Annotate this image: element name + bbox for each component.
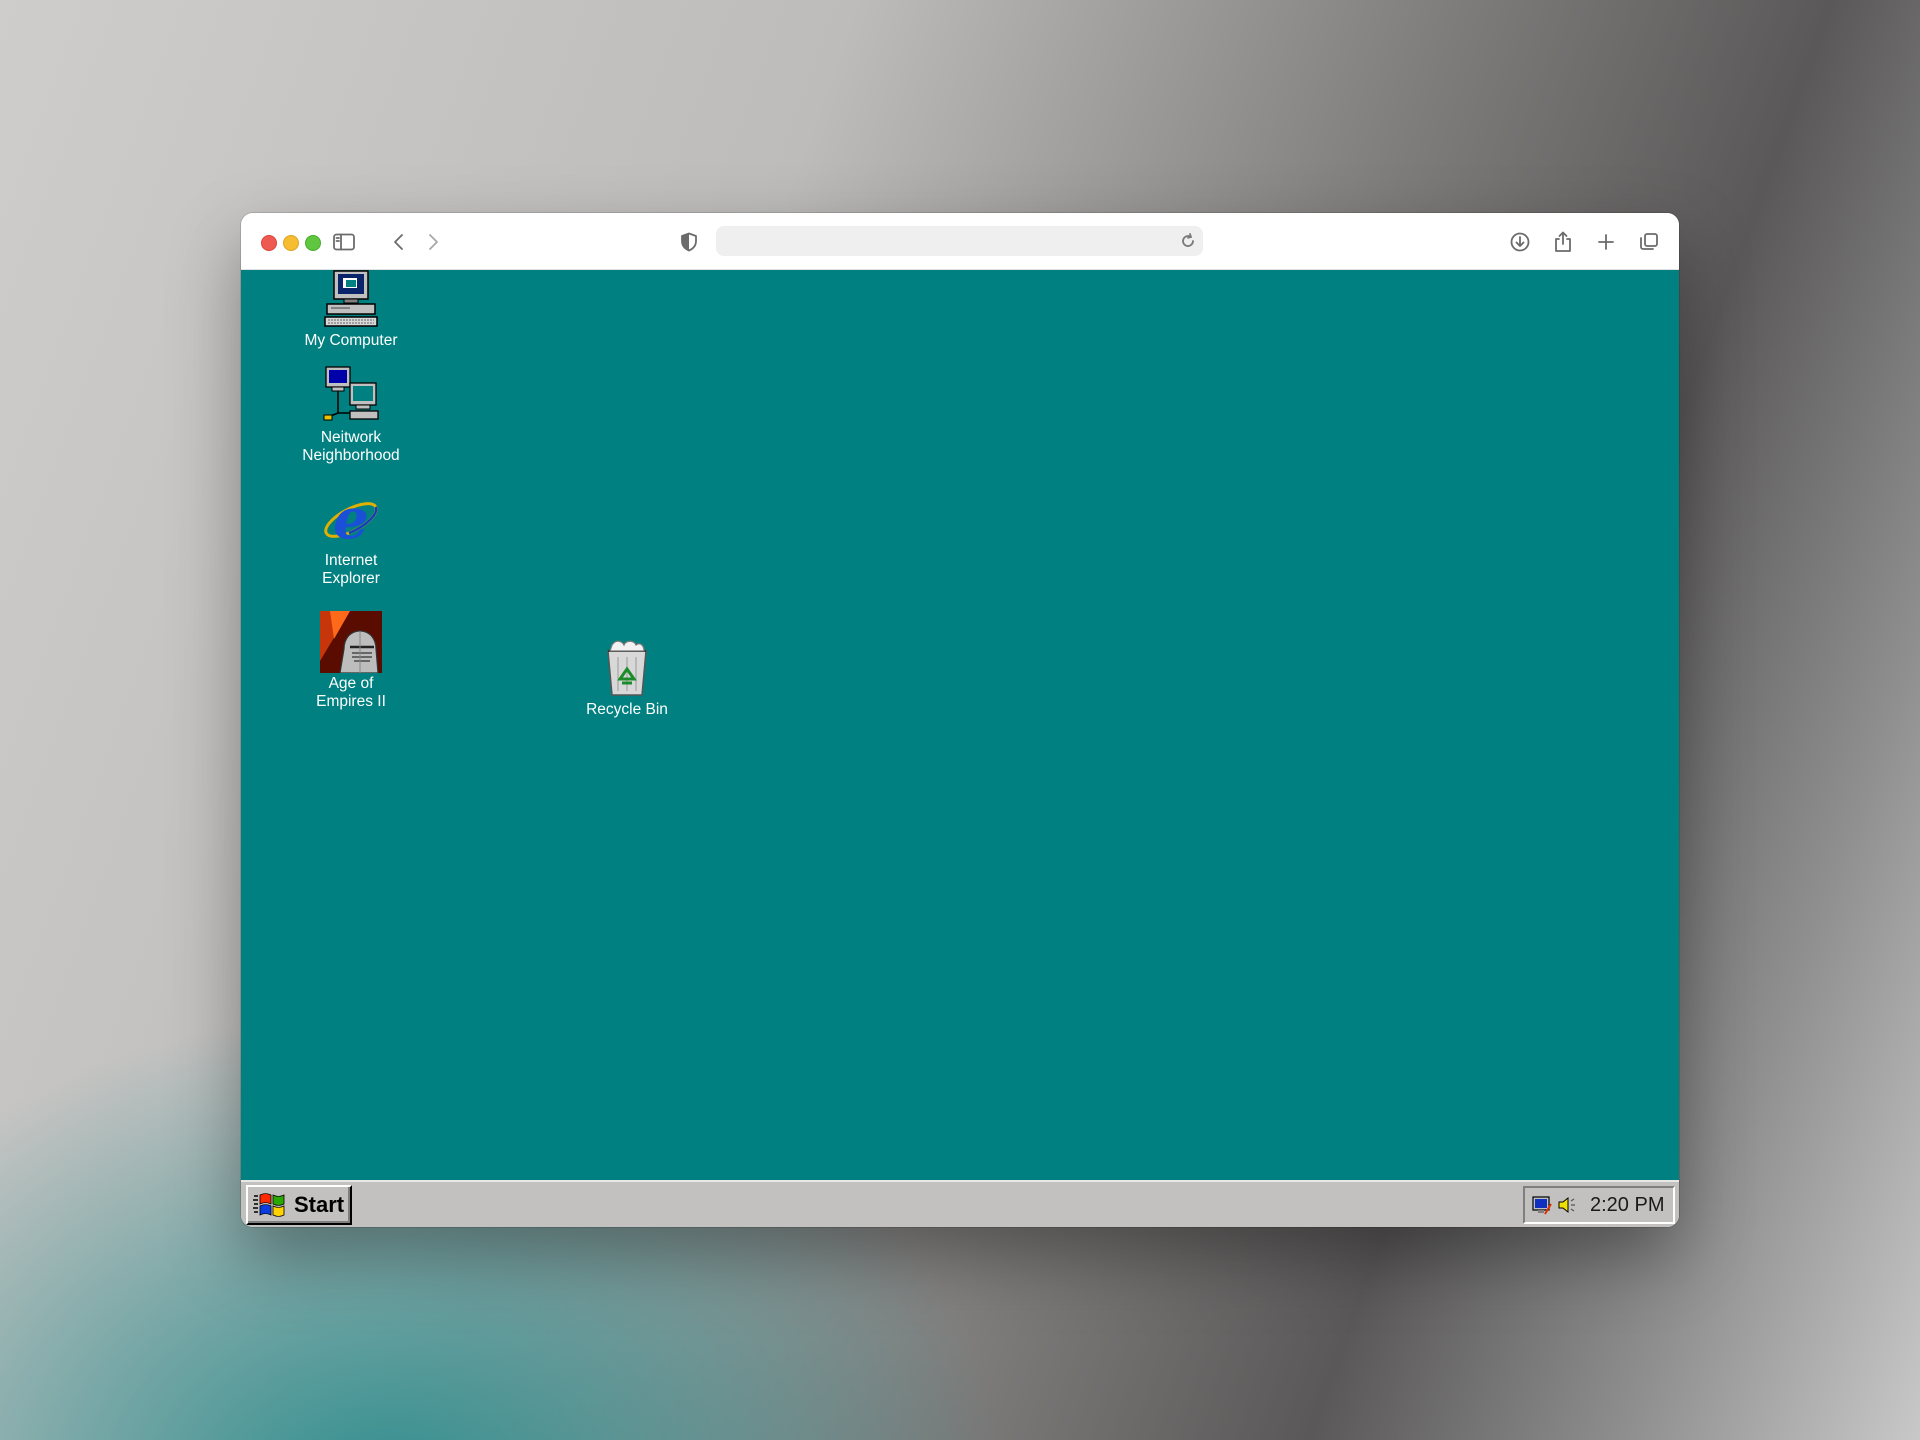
desktop-icon-my-computer[interactable]: My Computer bbox=[296, 268, 406, 350]
close-window-button[interactable] bbox=[261, 235, 277, 251]
address-input[interactable] bbox=[726, 226, 1170, 258]
desktop-icon-label: Neitwork Neighborhood bbox=[302, 429, 400, 464]
windows-logo-icon bbox=[253, 1193, 285, 1217]
internet-explorer-icon: e bbox=[324, 488, 378, 550]
address-bar[interactable] bbox=[716, 226, 1203, 258]
my-computer-icon bbox=[324, 270, 378, 327]
desktop-icon-label: Internet Explorer bbox=[322, 552, 380, 587]
share-icon[interactable] bbox=[1548, 227, 1578, 257]
downloads-icon[interactable] bbox=[1505, 227, 1535, 257]
maximize-window-button[interactable] bbox=[305, 235, 321, 251]
desktop-icon-network-neighborhood[interactable]: Neitwork Neighborhood bbox=[296, 365, 406, 465]
forward-icon[interactable] bbox=[418, 227, 448, 257]
clock[interactable]: 2:20 PM bbox=[1590, 1194, 1664, 1217]
desktop-icon-age-of-empires-ii[interactable]: Age of Empires II bbox=[296, 611, 406, 711]
start-button[interactable]: Start bbox=[246, 1185, 352, 1225]
recycle-bin-icon bbox=[607, 640, 647, 696]
desktop-icon-label: Age of Empires II bbox=[316, 675, 386, 710]
age-of-empires-icon bbox=[320, 611, 382, 673]
sidebar-toggle-icon[interactable] bbox=[329, 227, 359, 257]
volume-icon[interactable] bbox=[1556, 1194, 1578, 1216]
desktop-icon-internet-explorer[interactable]: e Internet Explorer bbox=[296, 488, 406, 588]
desktop-icon-label: Recycle Bin bbox=[586, 701, 668, 718]
display-settings-icon[interactable] bbox=[1531, 1194, 1553, 1216]
tab-overview-icon[interactable] bbox=[1634, 227, 1664, 257]
new-tab-icon[interactable] bbox=[1591, 227, 1621, 257]
network-neighborhood-icon bbox=[323, 366, 379, 421]
minimize-window-button[interactable] bbox=[283, 235, 299, 251]
desktop-icon-label: My Computer bbox=[304, 332, 398, 349]
browser-toolbar bbox=[241, 213, 1679, 270]
privacy-shield-icon[interactable] bbox=[674, 227, 704, 257]
taskbar: Start 2:20 PM bbox=[241, 1180, 1679, 1227]
system-tray: 2:20 PM bbox=[1523, 1186, 1675, 1224]
start-label: Start bbox=[294, 1192, 345, 1217]
back-icon[interactable] bbox=[384, 227, 414, 257]
win98-desktop: My Computer Neitwork Neighborhood e Inte… bbox=[241, 270, 1679, 1180]
browser-window: My Computer Neitwork Neighborhood e Inte… bbox=[241, 213, 1679, 1227]
desktop-icon-recycle-bin[interactable]: Recycle Bin bbox=[572, 637, 682, 719]
svg-text:e: e bbox=[333, 488, 369, 550]
reload-icon[interactable] bbox=[1179, 232, 1197, 250]
